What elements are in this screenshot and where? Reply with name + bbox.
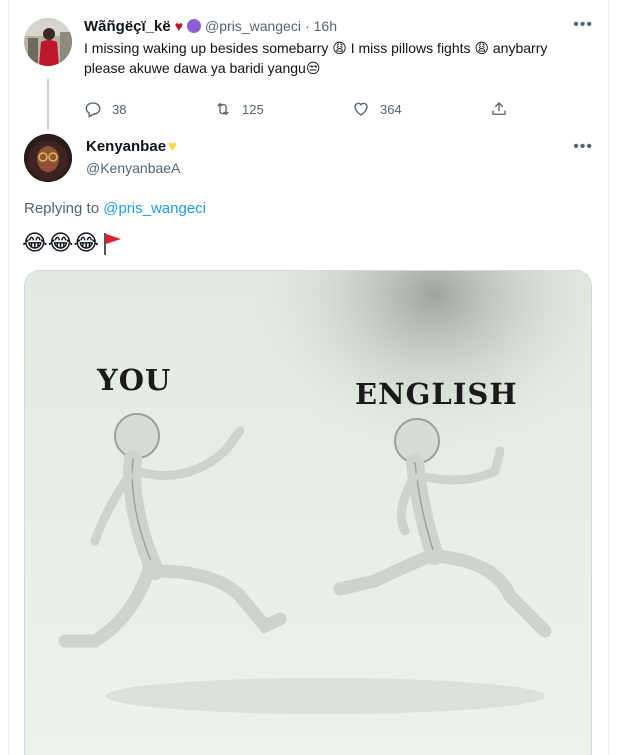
- reply-button[interactable]: 38: [84, 100, 214, 118]
- yellow-heart-icon: ♥: [168, 138, 177, 155]
- display-name[interactable]: Kenyanbae: [86, 138, 166, 155]
- retweet-button[interactable]: 125: [214, 100, 352, 118]
- like-count: 364: [380, 101, 402, 117]
- retweet-count: 125: [242, 101, 264, 117]
- tweet-actions: 38 125 364: [84, 100, 544, 118]
- user-handle[interactable]: @KenyanbaeA: [86, 160, 180, 176]
- share-button[interactable]: [490, 100, 508, 118]
- avatar[interactable]: [24, 18, 72, 66]
- display-name[interactable]: Wãñgëçï_kë: [84, 18, 171, 35]
- tweet-body: Wãñgëçï_kë ♥ @pris_wangeci · 16h I missi…: [84, 16, 604, 78]
- meme-label-english: ENGLISH: [355, 377, 518, 411]
- separator-dot: ·: [304, 18, 310, 34]
- avatar[interactable]: [24, 134, 72, 182]
- red-flag-icon: [101, 230, 123, 256]
- tweet-text-line-2: please akuwe dawa ya baridi yangu😒: [84, 60, 321, 76]
- retweet-icon: [217, 102, 229, 116]
- heart-icon: ♥: [174, 18, 184, 34]
- laughing-emoji: 😂😂😂: [22, 230, 100, 255]
- thread-line: [47, 78, 49, 130]
- like-button[interactable]: 364: [352, 100, 490, 118]
- more-icon[interactable]: •••: [573, 138, 593, 156]
- tweet-media-image[interactable]: YOU ENGLISH: [24, 270, 592, 755]
- reply-icon: [85, 102, 101, 118]
- replying-to: Replying to @pris_wangeci: [24, 200, 206, 217]
- timestamp[interactable]: 16h: [314, 18, 337, 34]
- reply-text: 😂😂😂: [22, 230, 123, 256]
- tweet-text-line-1: I missing waking up besides somebarry 😩 …: [84, 40, 548, 56]
- replying-to-link[interactable]: @pris_wangeci: [103, 200, 206, 217]
- reply-count: 38: [112, 101, 127, 117]
- like-icon: [354, 102, 368, 116]
- purple-blob-icon: [187, 19, 202, 33]
- share-icon: [492, 102, 506, 115]
- more-icon[interactable]: •••: [573, 16, 593, 34]
- user-handle[interactable]: @pris_wangeci: [205, 18, 301, 34]
- replying-label: Replying to: [24, 200, 100, 217]
- meme-label-you: YOU: [97, 363, 172, 397]
